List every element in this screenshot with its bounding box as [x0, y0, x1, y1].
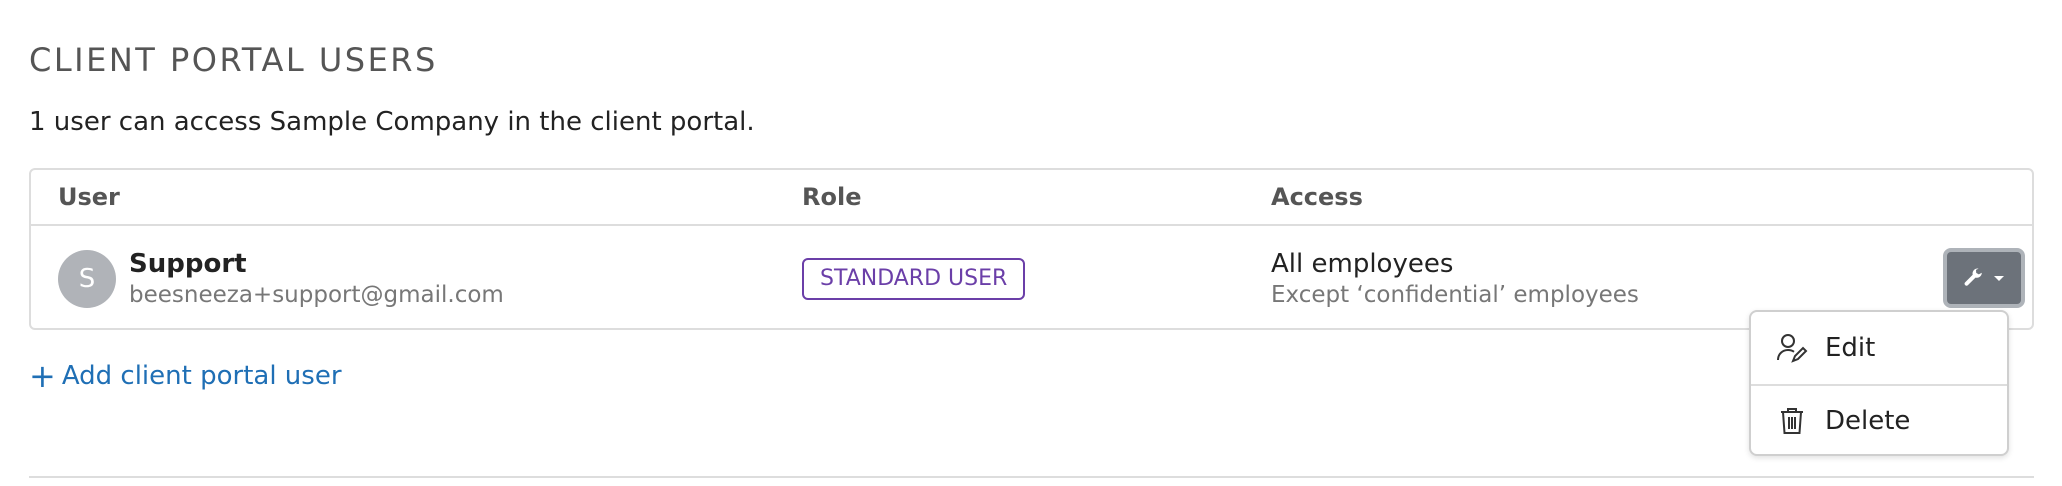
wrench-icon — [1962, 265, 1992, 291]
table-row: S Support beesneeza+support@gmail.com ST… — [31, 226, 2032, 330]
add-client-portal-user-label: Add client portal user — [61, 361, 342, 391]
role-badge: STANDARD USER — [802, 258, 1026, 300]
menu-item-edit[interactable]: Edit — [1751, 312, 2007, 384]
avatar: S — [58, 250, 116, 308]
chevron-down-icon — [1992, 265, 2006, 291]
menu-item-delete[interactable]: Delete — [1751, 385, 2007, 457]
row-actions-button[interactable] — [1943, 248, 2025, 308]
section-subtitle: 1 user can access Sample Company in the … — [29, 107, 755, 137]
column-header-access: Access — [1271, 183, 1363, 211]
column-header-user: User — [58, 183, 120, 211]
user-name: Support — [129, 249, 247, 279]
access-exception: Except ‘confidential’ employees — [1271, 282, 1639, 308]
section-divider — [29, 476, 2034, 478]
trash-icon — [1775, 404, 1809, 438]
add-client-portal-user-link[interactable]: + Add client portal user — [29, 358, 342, 394]
section-title: CLIENT PORTAL USERS — [29, 41, 438, 79]
column-header-role: Role — [802, 183, 862, 211]
plus-icon: + — [29, 357, 56, 395]
table-header: User Role Access — [31, 170, 2032, 226]
client-portal-users-page: CLIENT PORTAL USERS 1 user can access Sa… — [0, 0, 2062, 486]
users-table: User Role Access S Support beesneeza+sup… — [29, 168, 2034, 330]
menu-item-delete-label: Delete — [1825, 406, 1911, 436]
access-scope: All employees — [1271, 249, 1454, 279]
user-edit-icon — [1775, 331, 1809, 365]
row-actions-menu: Edit Delete — [1749, 310, 2009, 456]
user-email: beesneeza+support@gmail.com — [129, 282, 504, 308]
menu-item-edit-label: Edit — [1825, 333, 1876, 363]
